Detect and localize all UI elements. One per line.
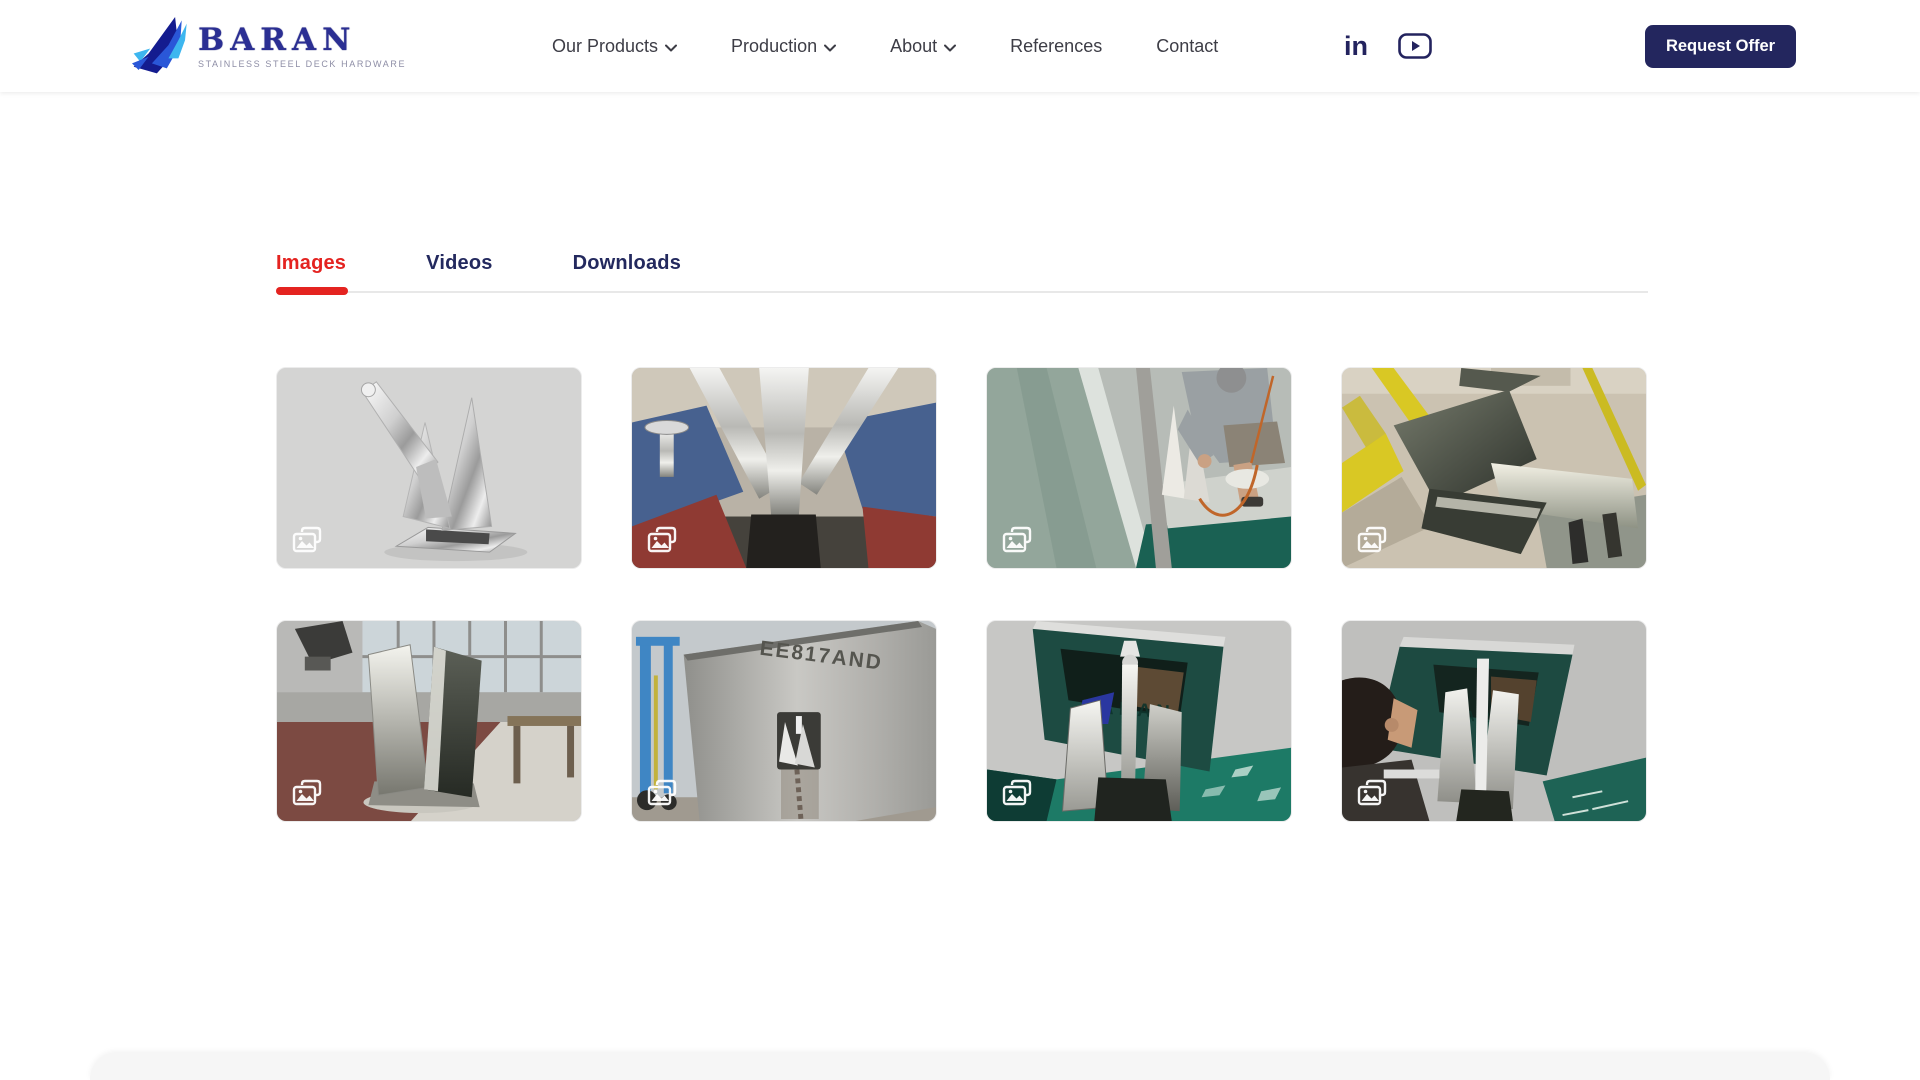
photo-stack-icon xyxy=(646,778,678,810)
photo-stack-icon xyxy=(1001,525,1033,557)
gallery-item-6[interactable]: EE817AND xyxy=(631,620,937,822)
photo-stack-icon xyxy=(1356,778,1388,810)
nav-about[interactable]: About xyxy=(890,36,956,57)
photo-stack-icon xyxy=(1001,778,1033,810)
photo-stack-icon xyxy=(646,525,678,557)
request-offer-button[interactable]: Request Offer xyxy=(1645,25,1796,68)
gallery-item-4[interactable] xyxy=(1341,367,1647,569)
footer-section-top xyxy=(90,1053,1830,1080)
image-gallery: EE817AND xyxy=(276,367,1647,822)
chevron-down-icon xyxy=(665,44,677,52)
tab-images[interactable]: Images xyxy=(276,252,346,275)
chevron-down-icon xyxy=(824,44,836,52)
media-tabs-section: Images Videos Downloads xyxy=(276,252,1648,293)
gallery-item-7[interactable]: BARAN xyxy=(986,620,1292,822)
gallery-item-3[interactable] xyxy=(986,367,1292,569)
photo-stack-icon xyxy=(291,778,323,810)
photo-stack-icon xyxy=(291,525,323,557)
gallery-item-5[interactable] xyxy=(276,620,582,822)
chevron-down-icon xyxy=(944,44,956,52)
social-links: in xyxy=(1344,0,1432,92)
youtube-icon[interactable] xyxy=(1398,33,1432,59)
gallery-item-8[interactable]: BARAN xyxy=(1341,620,1647,822)
photo-stack-icon xyxy=(1356,525,1388,557)
main-nav: Our Products Production About References… xyxy=(552,0,1218,92)
logo-brand: BARAN xyxy=(198,23,406,57)
linkedin-icon[interactable]: in xyxy=(1344,33,1368,60)
logo-sail-icon xyxy=(132,14,190,78)
gallery-item-1[interactable] xyxy=(276,367,582,569)
site-header: BARAN STAINLESS STEEL DECK HARDWARE Our … xyxy=(0,0,1920,92)
nav-our-products[interactable]: Our Products xyxy=(552,36,677,57)
nav-contact[interactable]: Contact xyxy=(1156,36,1218,57)
nav-references[interactable]: References xyxy=(1010,36,1102,57)
gallery-item-2[interactable] xyxy=(631,367,937,569)
media-tabs: Images Videos Downloads xyxy=(276,252,1648,293)
logo[interactable]: BARAN STAINLESS STEEL DECK HARDWARE xyxy=(132,14,406,78)
logo-tagline: STAINLESS STEEL DECK HARDWARE xyxy=(198,59,406,69)
tab-videos[interactable]: Videos xyxy=(426,252,492,275)
nav-production[interactable]: Production xyxy=(731,36,836,57)
tab-downloads[interactable]: Downloads xyxy=(573,252,681,275)
